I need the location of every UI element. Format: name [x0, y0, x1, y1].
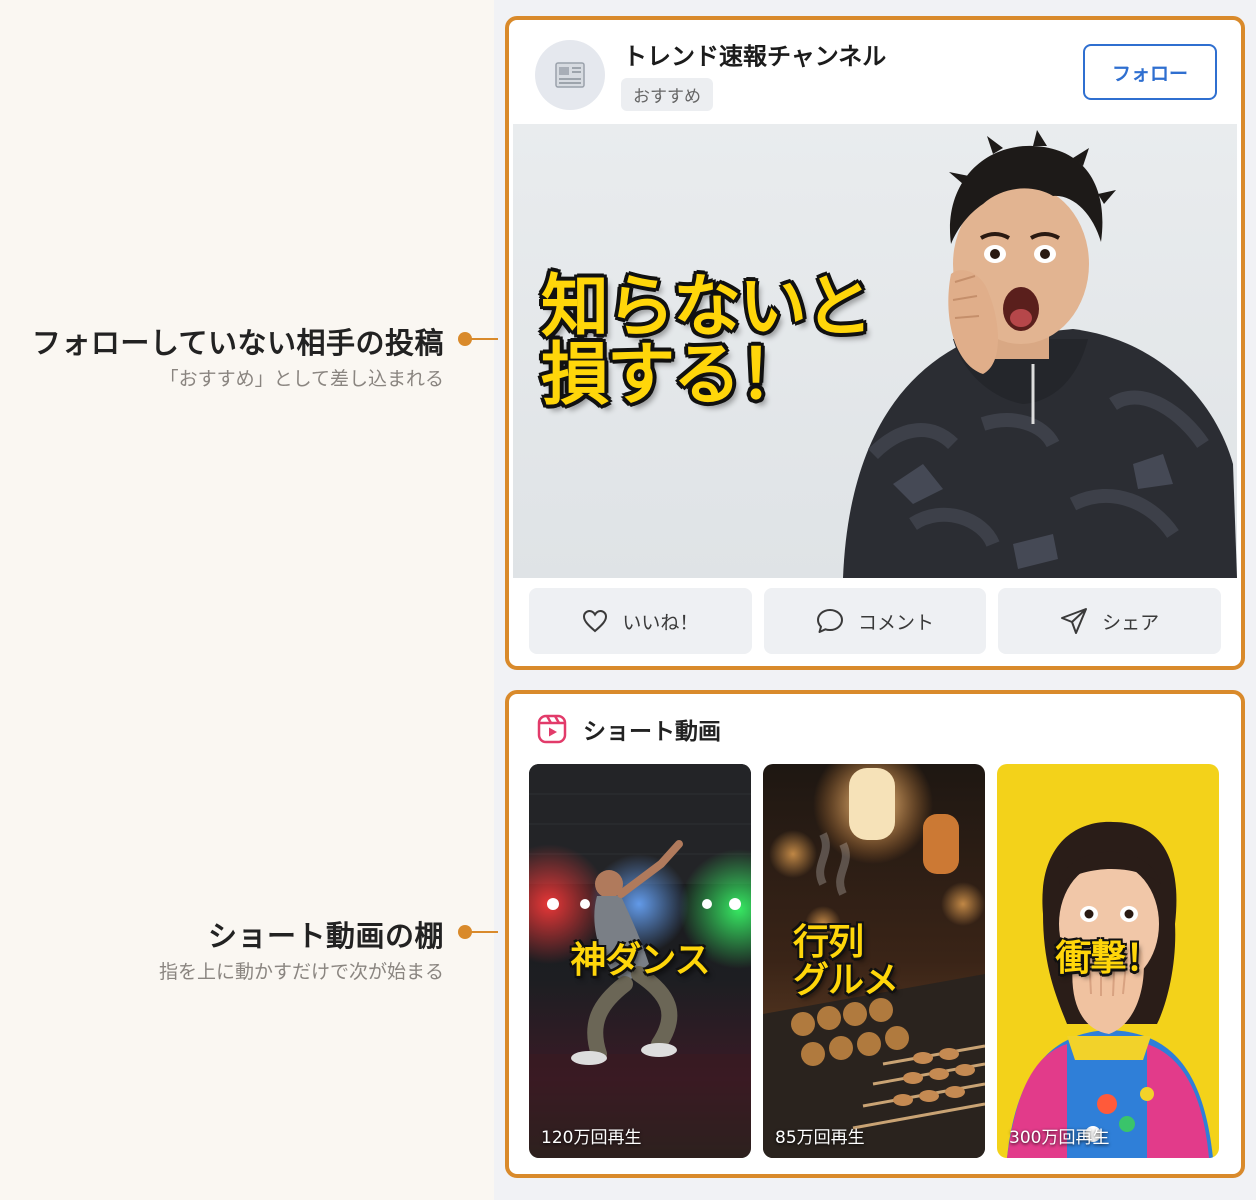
shorts-icon — [537, 714, 567, 744]
short-video-shock[interactable]: 衝撃！ 300万回再生 — [997, 764, 1219, 1158]
post-header: トレンド速報チャンネル おすすめ フォロー — [509, 20, 1241, 124]
annotation-recommended-post: フォローしていない相手の投稿 「おすすめ」として差し込まれる — [32, 320, 444, 391]
comment-button[interactable]: コメント — [763, 588, 987, 654]
short-video-dance[interactable]: 神ダンス 120万回再生 — [529, 764, 751, 1158]
post-actions: いいね！ コメント シェア — [529, 588, 1222, 654]
shorts-shelf-card: ショート動画 神ダンス 120万回再生 行列 グルメ 85万回再生 衝撃！ 30… — [505, 690, 1245, 1178]
annotation-connector — [458, 332, 498, 346]
short-caption: 行列 グルメ — [793, 924, 985, 1000]
annotation-connector — [458, 925, 498, 939]
comment-label: コメント — [858, 611, 935, 634]
short-caption: 神ダンス — [570, 940, 710, 981]
share-icon — [1061, 608, 1088, 634]
shorts-header: ショート動画 — [537, 712, 721, 746]
heart-icon — [583, 609, 608, 633]
annotation-subtitle: 指を上に動かすだけで次が始まる — [158, 961, 444, 983]
share-button[interactable]: シェア — [998, 588, 1222, 654]
annotation-title: ショート動画の棚 — [207, 919, 444, 953]
short-caption-line-2: グルメ — [793, 959, 899, 1001]
share-label: シェア — [1102, 611, 1160, 634]
annotation-subtitle: 「おすすめ」として差し込まれる — [159, 368, 444, 390]
short-video-food[interactable]: 行列 グルメ 85万回再生 — [763, 764, 985, 1158]
annotation-title: フォローしていない相手の投稿 — [31, 326, 444, 360]
follow-button[interactable]: フォロー — [1083, 44, 1217, 100]
headline-line-2: 損する！ — [541, 336, 807, 415]
annotation-shorts-shelf: ショート動画の棚 指を上に動かすだけで次が始まる — [159, 913, 444, 984]
like-label: いいね！ — [622, 611, 699, 634]
newspaper-icon — [555, 62, 585, 88]
shorts-list: 神ダンス 120万回再生 行列 グルメ 85万回再生 衝撃！ 300万回再生 — [529, 764, 1219, 1158]
post-thumbnail[interactable]: 知らないと 損する！ — [513, 124, 1237, 578]
short-views: 300万回再生 — [1009, 1128, 1110, 1148]
short-views: 120万回再生 — [541, 1128, 642, 1148]
comment-icon — [817, 609, 843, 633]
channel-avatar[interactable] — [535, 40, 605, 110]
recommended-post-card: トレンド速報チャンネル おすすめ フォロー 知らないと 損する！ いいね！ コメ… — [505, 16, 1245, 670]
shorts-title: ショート動画 — [583, 719, 721, 745]
like-button[interactable]: いいね！ — [529, 588, 752, 654]
post-headline: 知らないと 損する！ — [541, 268, 873, 415]
channel-name[interactable]: トレンド速報チャンネル — [623, 37, 886, 72]
headline-line-1: 知らないと — [541, 268, 873, 347]
short-views: 85万回再生 — [775, 1128, 865, 1148]
short-caption-line-1: 行列 — [793, 922, 864, 963]
recommended-badge: おすすめ — [621, 78, 713, 111]
short-caption: 衝撃！ — [1055, 938, 1161, 979]
